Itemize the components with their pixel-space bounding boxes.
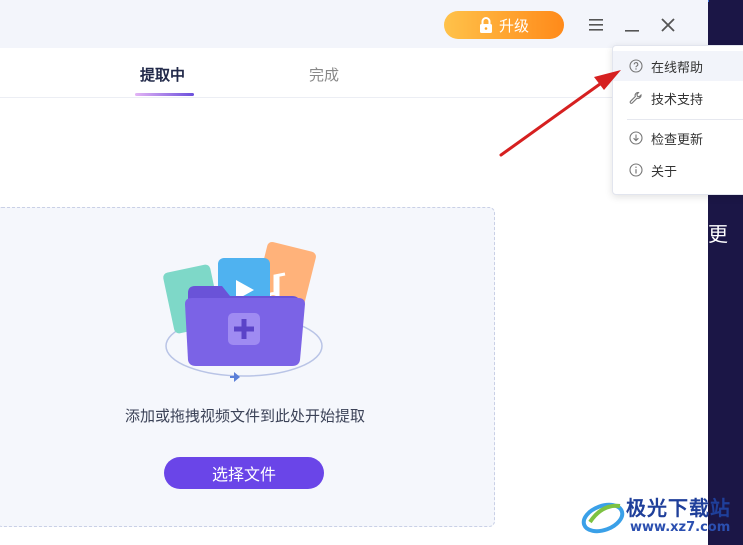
menu-item-check-update[interactable]: 检查更新 — [613, 123, 743, 153]
tab-bar: 提取中 完成 — [0, 48, 708, 98]
watermark: 极光下载站 www.xz7.com — [580, 490, 740, 542]
app-window: 升级 提取中 完成 添加或拖拽视频文件到此处开始提取 选择文件 — [0, 0, 708, 545]
menu-item-about[interactable]: 关于 — [613, 155, 743, 185]
upgrade-button[interactable]: 升级 — [444, 11, 564, 39]
settings-dropdown-menu: 在线帮助 技术支持 检查更新 关于 — [612, 45, 743, 195]
tab-extracting[interactable]: 提取中 — [140, 64, 185, 85]
menu-button[interactable] — [583, 12, 609, 38]
minimize-icon — [625, 30, 639, 32]
hamburger-icon — [589, 19, 603, 31]
watermark-url: www.xz7.com — [630, 520, 731, 535]
upgrade-label: 升级 — [498, 16, 529, 35]
question-circle-icon — [629, 59, 643, 73]
menu-item-label: 在线帮助 — [651, 60, 704, 76]
menu-item-label: 关于 — [651, 164, 678, 180]
watermark-logo-icon — [581, 502, 625, 534]
active-tab-indicator — [135, 93, 194, 96]
drop-hint-text: 添加或拖拽视频文件到此处开始提取 — [124, 407, 365, 425]
download-circle-icon — [629, 131, 643, 145]
folder-files-illustration — [163, 241, 323, 382]
info-circle-icon — [629, 163, 643, 177]
titlebar: 升级 — [0, 0, 708, 48]
background-window-text: 更 — [708, 222, 728, 246]
menu-item-label: 检查更新 — [651, 132, 704, 148]
menu-divider — [627, 119, 743, 120]
close-icon — [661, 18, 675, 32]
tab-completed[interactable]: 完成 — [309, 64, 339, 85]
wrench-icon — [629, 91, 642, 104]
menu-item-online-help[interactable]: 在线帮助 — [613, 51, 743, 81]
close-button[interactable] — [655, 12, 681, 38]
lock-icon — [479, 17, 492, 33]
select-file-button[interactable]: 选择文件 — [164, 457, 324, 489]
watermark-title: 极光下载站 — [626, 496, 731, 520]
menu-item-tech-support[interactable]: 技术支持 — [613, 83, 743, 113]
menu-item-label: 技术支持 — [651, 92, 704, 108]
minimize-button[interactable] — [619, 12, 645, 38]
